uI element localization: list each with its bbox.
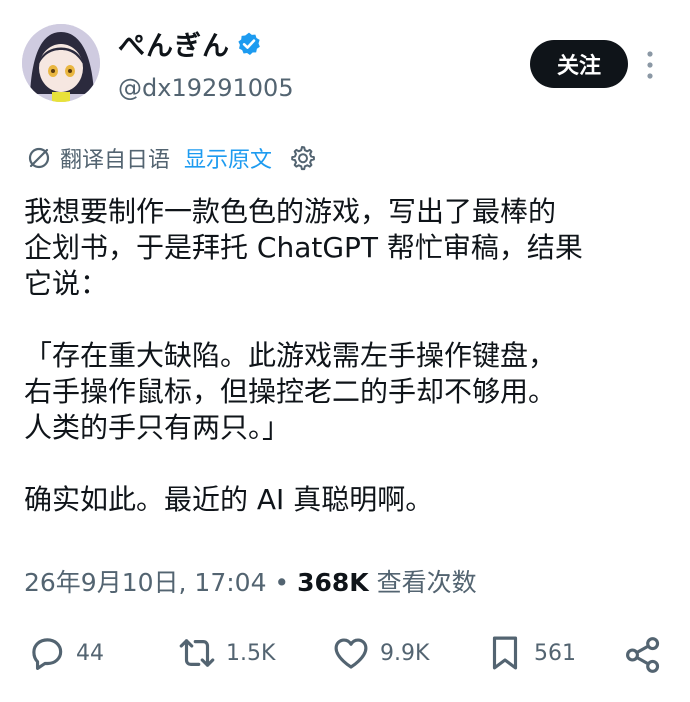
- post-text: 我想要制作一款色色的游戏，写出了最棒的 企划书，于是拜托 ChatGPT 帮忙审…: [24, 194, 674, 518]
- more-vertical-icon[interactable]: [642, 48, 658, 82]
- repost-button[interactable]: 1.5K: [176, 632, 275, 674]
- reply-count: 44: [76, 640, 104, 666]
- repost-count: 1.5K: [226, 640, 276, 666]
- translation-label: 翻译自日语: [60, 148, 171, 173]
- post-timestamp[interactable]: 26年9月10日, 17:04: [24, 568, 266, 597]
- post-line: 我想要制作一款色色的游戏，写出了最棒的: [24, 195, 557, 228]
- translation-bar: 翻译自日语 显示原文: [26, 142, 316, 174]
- repost-icon: [179, 639, 215, 667]
- heart-icon: [334, 638, 368, 669]
- post-line: 企划书，于是拜托 ChatGPT 帮忙审稿，结果: [24, 231, 583, 264]
- post-line: 人类的手只有两只。」: [24, 411, 291, 444]
- post-line: 右手操作鼠标，但操控老二的手却不够用。: [24, 375, 557, 408]
- share-icon[interactable]: [622, 634, 664, 676]
- post-line: 它说：: [24, 267, 109, 300]
- user-name-row: ぺんぎん: [118, 24, 262, 63]
- post-meta: 26年9月10日, 17:04 • 368K 查看次数: [24, 563, 477, 599]
- show-original-link[interactable]: 显示原文: [184, 142, 272, 174]
- avatar[interactable]: [22, 24, 100, 102]
- user-name[interactable]: ぺんぎん: [118, 24, 230, 63]
- bookmark-icon: [492, 636, 518, 670]
- reply-button[interactable]: 44: [26, 632, 104, 674]
- post-line: 确实如此。最近的 AI 真聪明啊。: [24, 483, 434, 516]
- user-handle[interactable]: @dx19291005: [118, 74, 294, 102]
- post-line: 「存在重大缺陷。此游戏需左手操作键盘，: [24, 339, 557, 372]
- views-label: 查看次数: [376, 568, 477, 597]
- action-bar: 44 1.5K 9.9K 561: [0, 632, 690, 682]
- gear-icon[interactable]: [288, 144, 316, 172]
- like-count: 9.9K: [380, 640, 430, 666]
- translate-icon: [28, 147, 50, 169]
- verified-badge-icon: [238, 32, 260, 55]
- reply-icon: [32, 638, 63, 670]
- like-button[interactable]: 9.9K: [330, 632, 429, 674]
- bookmark-count: 561: [534, 640, 576, 666]
- follow-button[interactable]: 关注: [530, 40, 628, 88]
- avatar-image: [22, 24, 100, 102]
- views-count: 368K: [297, 568, 369, 597]
- meta-separator: •: [274, 568, 290, 597]
- bookmark-button[interactable]: 561: [484, 632, 576, 674]
